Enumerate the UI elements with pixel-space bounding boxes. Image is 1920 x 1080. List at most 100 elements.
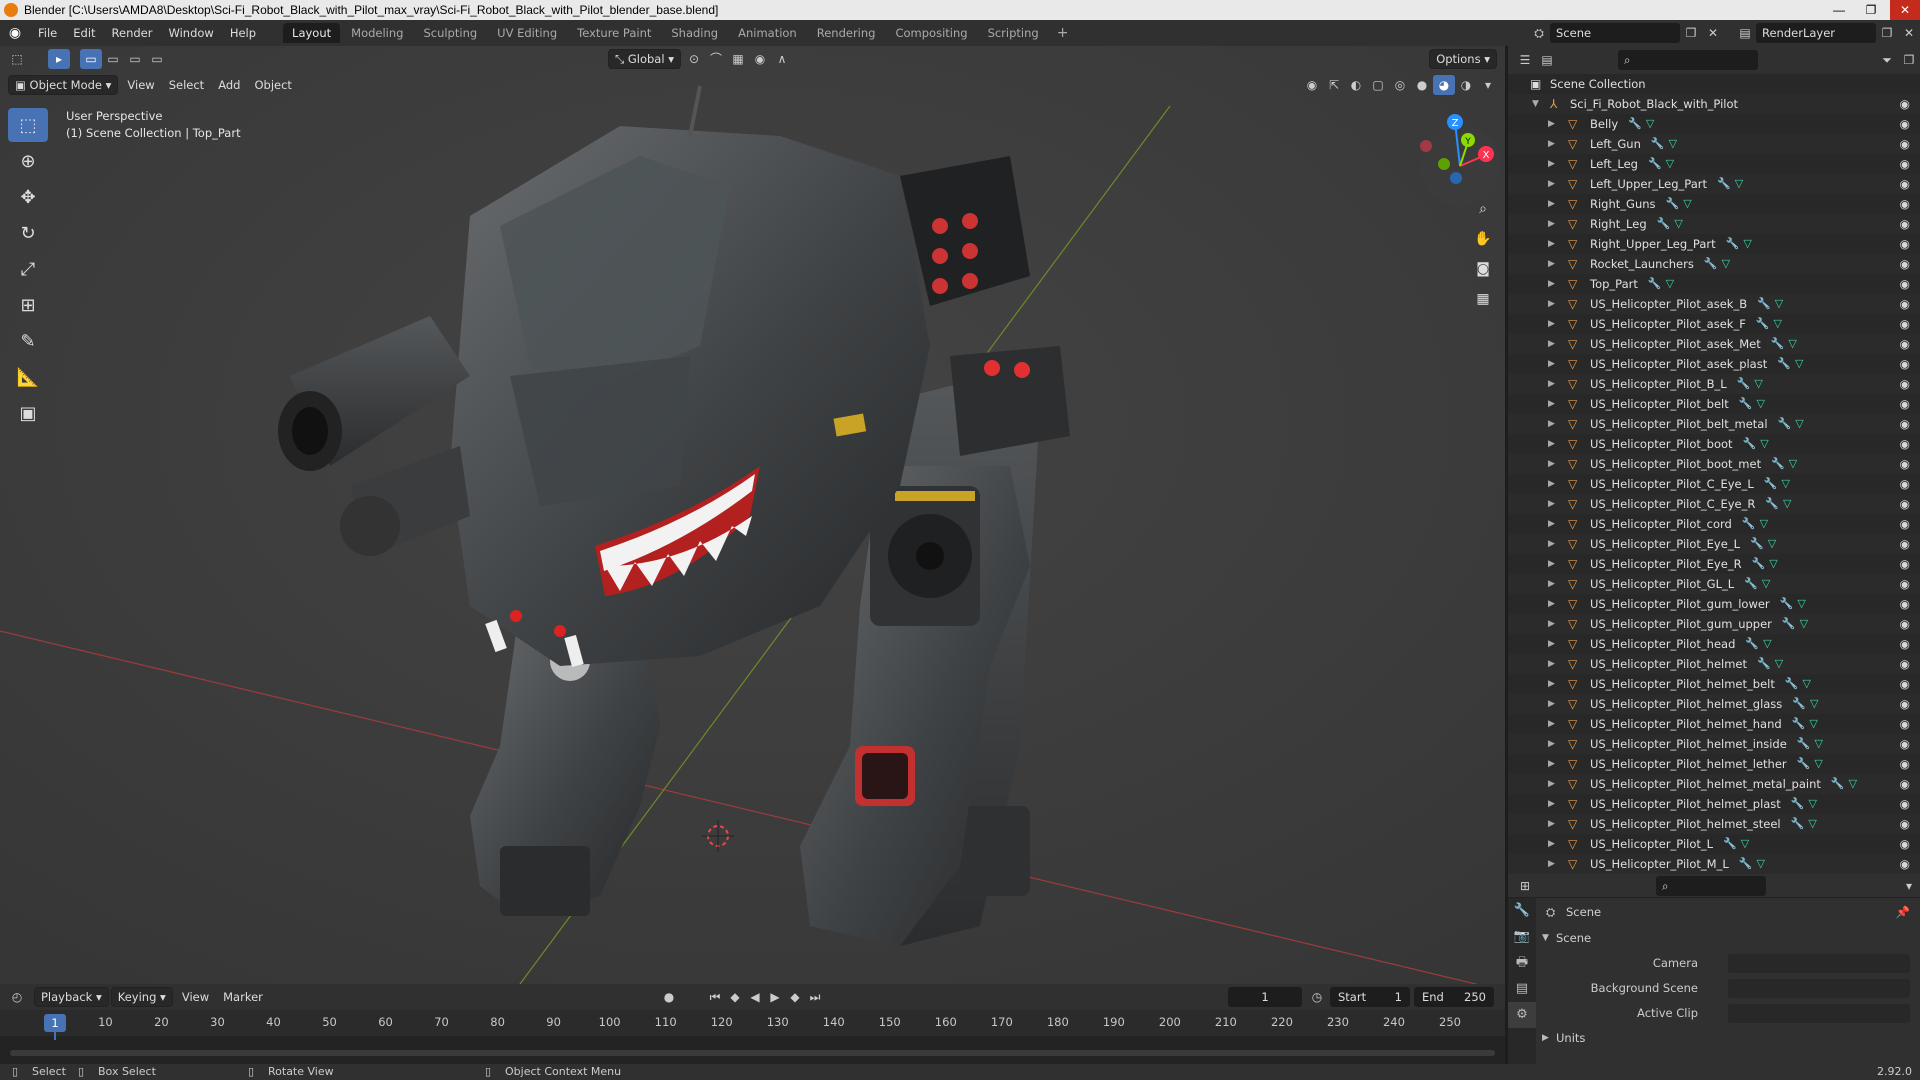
outliner-row[interactable]: ▶ ▽ US_Helicopter_Pilot_C_Eye_R 🔧▽ ◉ [1508,494,1920,514]
tab-scripting[interactable]: Scripting [979,23,1048,43]
modifier-wrench-icon[interactable]: 🔧 [1726,237,1744,250]
shading-material-icon[interactable]: ◕ [1433,75,1455,95]
mesh-data-icon[interactable]: ▽ [1674,217,1686,230]
mesh-data-icon[interactable]: ▽ [1809,797,1821,810]
pin-icon[interactable]: 📌 [1896,898,1910,926]
gizmo-neg-y[interactable] [1438,158,1450,170]
modifier-mesh-icons[interactable]: 🔧▽ [1752,554,1782,574]
menu-render[interactable]: Render [104,20,161,46]
mesh-data-icon[interactable]: ▽ [1849,777,1861,790]
timeline-menu-marker[interactable]: Marker [216,987,270,1007]
object-mode-dropdown[interactable]: ▣ Object Mode ▾ [8,75,119,95]
visibility-eye-icon[interactable]: ◉ [1900,854,1910,874]
start-frame-field[interactable]: Start 1 [1330,987,1410,1007]
modifier-mesh-icons[interactable]: 🔧▽ [1750,534,1780,554]
units-panel-header[interactable]: ▶ Units [1538,1026,1920,1051]
outliner-row[interactable]: ▶ ▽ US_Helicopter_Pilot_cord 🔧▽ ◉ [1508,514,1920,534]
expand-caret-icon[interactable]: ▶ [1548,374,1555,394]
expand-caret-icon[interactable]: ▼ [1532,94,1539,114]
visibility-eye-icon[interactable]: ◉ [1900,274,1910,294]
expand-caret-icon[interactable]: ▶ [1548,474,1555,494]
expand-caret-icon[interactable]: ▶ [1548,274,1555,294]
timeline-menu-view[interactable]: View [175,987,216,1007]
scene-tab-icon[interactable]: ⚙ [1508,1002,1536,1028]
filter-icon[interactable]: ⏷ [1876,50,1898,70]
playhead-frame-indicator[interactable]: 1 [44,1014,66,1032]
modifier-mesh-icons[interactable]: 🔧▽ [1782,614,1812,634]
expand-caret-icon[interactable]: ▶ [1548,674,1555,694]
expand-caret-icon[interactable]: ▶ [1548,834,1555,854]
visibility-selectability-icon[interactable]: ◉ [1301,75,1323,95]
outliner-row[interactable]: ▶ ▽ Left_Upper_Leg_Part 🔧▽ ◉ [1508,174,1920,194]
modifier-mesh-icons[interactable]: 🔧▽ [1743,434,1773,454]
visibility-eye-icon[interactable]: ◉ [1900,414,1910,434]
modifier-wrench-icon[interactable]: 🔧 [1717,177,1735,190]
shading-solid-icon[interactable]: ● [1411,75,1433,95]
expand-caret-icon[interactable]: ▶ [1548,114,1555,134]
modifier-wrench-icon[interactable]: 🔧 [1791,817,1809,830]
output-tab-icon[interactable]: 🖶 [1508,950,1536,976]
outliner-row[interactable]: ▶ ▽ US_Helicopter_Pilot_head 🔧▽ ◉ [1508,634,1920,654]
outliner-row-scene-collection[interactable]: ▣ Scene Collection [1508,74,1920,94]
visibility-eye-icon[interactable]: ◉ [1900,674,1910,694]
modifier-wrench-icon[interactable]: 🔧 [1750,537,1768,550]
play-icon[interactable]: ▶ [764,987,786,1007]
visibility-eye-icon[interactable]: ◉ [1900,374,1910,394]
mesh-data-icon[interactable]: ▽ [1683,197,1695,210]
expand-caret-icon[interactable]: ▶ [1548,354,1555,374]
outliner-row[interactable]: ▶ ▽ Belly 🔧▽ ◉ [1508,114,1920,134]
modifier-wrench-icon[interactable]: 🔧 [1745,637,1763,650]
mesh-data-icon[interactable]: ▽ [1809,717,1821,730]
modifier-wrench-icon[interactable]: 🔧 [1666,197,1684,210]
modifier-mesh-icons[interactable]: 🔧▽ [1791,794,1821,814]
modifier-wrench-icon[interactable]: 🔧 [1777,357,1795,370]
mesh-data-icon[interactable]: ▽ [1743,237,1755,250]
expand-caret-icon[interactable]: ▶ [1548,754,1555,774]
modifier-wrench-icon[interactable]: 🔧 [1756,317,1774,330]
transform-tool-icon[interactable]: ⊞ [8,288,48,322]
gizmo-toggle-icon[interactable]: ⇱ [1323,75,1345,95]
outliner-row[interactable]: ▶ ▽ US_Helicopter_Pilot_helmet_hand 🔧▽ ◉ [1508,714,1920,734]
outliner-row[interactable]: ▶ ▽ US_Helicopter_Pilot_asek_B 🔧▽ ◉ [1508,294,1920,314]
jump-prev-keyframe-icon[interactable]: ◆ [724,987,746,1007]
visibility-eye-icon[interactable]: ◉ [1900,154,1910,174]
visibility-eye-icon[interactable]: ◉ [1900,254,1910,274]
visibility-eye-icon[interactable]: ◉ [1900,834,1910,854]
modifier-mesh-icons[interactable]: 🔧▽ [1717,174,1747,194]
tab-shading[interactable]: Shading [662,23,727,43]
modifier-mesh-icons[interactable]: 🔧▽ [1745,634,1775,654]
pan-hand-icon[interactable]: ✋ [1470,226,1496,252]
cursor-tool-icon[interactable]: ⊕ [8,144,48,178]
expand-caret-icon[interactable]: ▶ [1548,234,1555,254]
shading-wireframe-icon[interactable]: ◎ [1389,75,1411,95]
jump-start-icon[interactable]: ⏮ [704,987,726,1007]
visibility-eye-icon[interactable]: ◉ [1900,614,1910,634]
modifier-wrench-icon[interactable]: 🔧 [1792,697,1810,710]
visibility-eye-icon[interactable]: ◉ [1900,394,1910,414]
modifier-wrench-icon[interactable]: 🔧 [1778,417,1796,430]
modifier-wrench-icon[interactable]: 🔧 [1739,397,1757,410]
visibility-eye-icon[interactable]: ◉ [1900,714,1910,734]
shading-options-icon[interactable]: ▾ [1477,75,1499,95]
transform-orientation-dropdown[interactable]: ⤡ Global ▾ [608,49,681,69]
visibility-eye-icon[interactable]: ◉ [1900,174,1910,194]
preview-range-icon[interactable]: ◷ [1306,987,1328,1007]
visibility-eye-icon[interactable]: ◉ [1900,694,1910,714]
modifier-wrench-icon[interactable]: 🔧 [1648,157,1666,170]
modifier-mesh-icons[interactable]: 🔧▽ [1739,394,1769,414]
outliner-row[interactable]: ▶ ▽ US_Helicopter_Pilot_helmet_lether 🔧▽ ◉ [1508,754,1920,774]
modifier-mesh-icons[interactable]: 🔧▽ [1831,774,1861,794]
outliner-row-collection[interactable]: ▼ ⅄ Sci_Fi_Robot_Black_with_Pilot ◉ [1508,94,1920,114]
modifier-wrench-icon[interactable]: 🔧 [1765,497,1783,510]
mesh-data-icon[interactable]: ▽ [1795,417,1807,430]
mesh-data-icon[interactable]: ▽ [1741,837,1753,850]
render-layer-icon[interactable]: ▤ [1734,23,1756,43]
expand-caret-icon[interactable]: ▶ [1548,814,1555,834]
outliner-row[interactable]: ▶ ▽ US_Helicopter_Pilot_gum_lower 🔧▽ ◉ [1508,594,1920,614]
modifier-mesh-icons[interactable]: 🔧▽ [1777,354,1807,374]
outliner-row[interactable]: ▶ ▽ Right_Upper_Leg_Part 🔧▽ ◉ [1508,234,1920,254]
expand-caret-icon[interactable]: ▶ [1548,414,1555,434]
select-mode-new-icon[interactable]: ▭ [80,49,102,69]
expand-caret-icon[interactable]: ▶ [1548,214,1555,234]
modifier-mesh-icons[interactable]: 🔧▽ [1666,194,1696,214]
